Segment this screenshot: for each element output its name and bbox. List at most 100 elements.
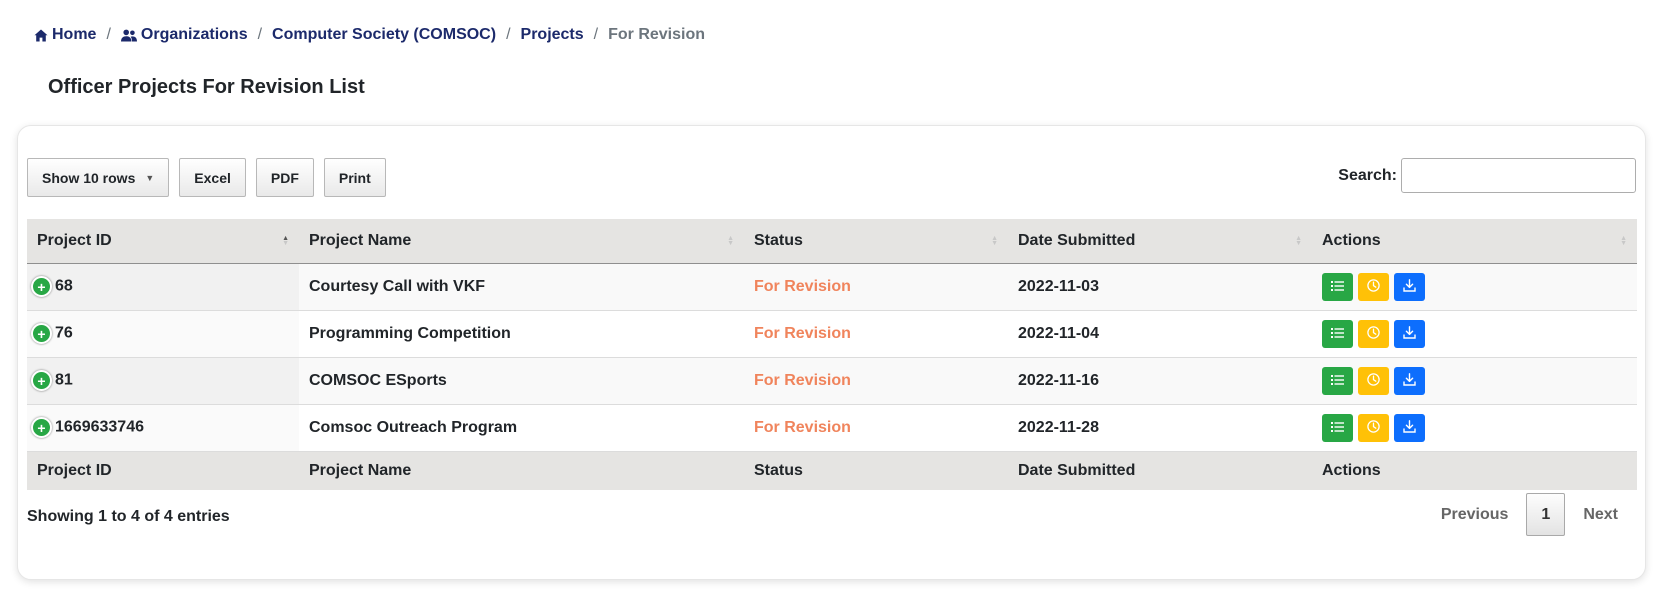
breadcrumb-home-label: Home xyxy=(52,26,97,43)
project-id-cell: +1669633746 xyxy=(27,404,299,451)
table-toolbar: Show 10 rows ▼ Excel PDF Print xyxy=(27,158,386,197)
download-icon xyxy=(1403,278,1416,295)
details-button[interactable] xyxy=(1322,366,1353,395)
expand-row-icon[interactable]: + xyxy=(31,323,52,344)
sort-icon: ▲ ▼ xyxy=(1295,234,1302,247)
history-button[interactable] xyxy=(1358,319,1389,348)
download-button[interactable] xyxy=(1394,319,1425,348)
breadcrumb-organizations-label: Organizations xyxy=(140,26,248,43)
sort-icon: ▲ ▼ xyxy=(1620,234,1627,247)
expand-row-icon[interactable]: + xyxy=(31,276,52,297)
status-text: For Revision xyxy=(754,324,851,342)
projects-table: Project ID ▲ ▼ Project Name ▲ ▼ Status ▲ ▼ … xyxy=(27,219,1637,490)
expand-row-icon[interactable]: + xyxy=(31,370,52,391)
project-name: Courtesy Call with VKF xyxy=(309,277,486,295)
breadcrumb-home[interactable]: Home xyxy=(34,26,96,44)
clock-icon xyxy=(1367,278,1380,295)
history-button[interactable] xyxy=(1358,413,1389,442)
column-header-label: Project ID xyxy=(37,231,112,249)
actions-cell xyxy=(1312,263,1637,310)
table-info: Showing 1 to 4 of 4 entries xyxy=(27,508,230,525)
print-button[interactable]: Print xyxy=(323,158,386,197)
list-icon xyxy=(1331,279,1344,294)
column-header-label: Date Submitted xyxy=(1018,231,1136,249)
show-rows-label: Show 10 rows xyxy=(42,169,136,186)
projects-card: Show 10 rows ▼ Excel PDF Print Search: P… xyxy=(17,125,1646,580)
pdf-button[interactable]: PDF xyxy=(255,158,314,197)
column-header-label: Status xyxy=(754,231,803,249)
project-id: 76 xyxy=(55,324,73,342)
history-button[interactable] xyxy=(1358,272,1389,301)
list-icon xyxy=(1331,373,1344,388)
footer-date-submitted: Date Submitted xyxy=(1018,461,1136,479)
project-id: 68 xyxy=(55,277,73,295)
table-row: +81 COMSOC ESports For Revision 2022-11-… xyxy=(27,357,1637,404)
column-header-project-id[interactable]: Project ID ▲ ▼ xyxy=(27,219,299,263)
next-page-button[interactable]: Next xyxy=(1567,494,1634,535)
sort-icon: ▲ ▼ xyxy=(282,234,289,247)
search-box: Search: xyxy=(1338,158,1636,193)
download-icon xyxy=(1403,325,1416,342)
date-submitted: 2022-11-16 xyxy=(1018,371,1099,389)
details-button[interactable] xyxy=(1322,272,1353,301)
column-header-label: Project Name xyxy=(309,231,412,249)
column-header-project-name[interactable]: Project Name ▲ ▼ xyxy=(299,219,744,263)
page-1-button[interactable]: 1 xyxy=(1526,493,1566,536)
actions-cell xyxy=(1312,404,1637,451)
download-icon xyxy=(1403,372,1416,389)
actions-cell xyxy=(1312,310,1637,357)
project-name: Programming Competition xyxy=(309,324,511,342)
column-header-status[interactable]: Status ▲ ▼ xyxy=(744,219,1008,263)
project-id: 1669633746 xyxy=(55,418,144,436)
column-header-date-submitted[interactable]: Date Submitted ▲ ▼ xyxy=(1008,219,1312,263)
breadcrumb-current: For Revision xyxy=(608,26,706,43)
excel-button[interactable]: Excel xyxy=(179,158,246,197)
table-header-row: Project ID ▲ ▼ Project Name ▲ ▼ Status ▲ ▼ … xyxy=(27,219,1637,263)
footer-project-name: Project Name xyxy=(309,461,412,479)
sort-icon: ▲ ▼ xyxy=(991,234,998,247)
download-button[interactable] xyxy=(1394,366,1425,395)
project-name: COMSOC ESports xyxy=(309,371,447,389)
users-icon xyxy=(120,29,137,42)
history-button[interactable] xyxy=(1358,366,1389,395)
project-id-cell: +76 xyxy=(27,310,299,357)
table-footer-row: Project ID Project Name Status Date Subm… xyxy=(27,451,1637,490)
date-submitted: 2022-11-28 xyxy=(1018,418,1099,436)
status-text: For Revision xyxy=(754,418,851,436)
download-button[interactable] xyxy=(1394,272,1425,301)
download-button[interactable] xyxy=(1394,413,1425,442)
project-id-cell: +68 xyxy=(27,263,299,310)
list-icon xyxy=(1331,420,1344,435)
breadcrumb-organizations[interactable]: Organizations xyxy=(120,26,248,44)
show-rows-dropdown[interactable]: Show 10 rows ▼ xyxy=(27,158,170,197)
details-button[interactable] xyxy=(1322,413,1353,442)
clock-icon xyxy=(1367,325,1380,342)
table-row: +1669633746 Comsoc Outreach Program For … xyxy=(27,404,1637,451)
sort-icon: ▲ ▼ xyxy=(727,234,734,247)
column-header-label: Actions xyxy=(1322,231,1381,249)
expand-row-icon[interactable]: + xyxy=(31,417,52,438)
column-header-actions[interactable]: Actions ▲ ▼ xyxy=(1312,219,1637,263)
date-submitted: 2022-11-04 xyxy=(1018,324,1099,342)
previous-page-button[interactable]: Previous xyxy=(1425,494,1525,535)
page-title: Officer Projects For Revision List xyxy=(48,76,365,98)
home-icon xyxy=(34,29,48,42)
breadcrumb-org[interactable]: Computer Society (COMSOC) xyxy=(272,26,496,44)
project-id: 81 xyxy=(55,371,73,389)
footer-project-id: Project ID xyxy=(37,461,112,479)
breadcrumb: Home / Organizations / Computer Society … xyxy=(34,26,705,44)
pagination: Previous 1 Next xyxy=(1425,493,1634,536)
status-text: For Revision xyxy=(754,277,851,295)
download-icon xyxy=(1403,419,1416,436)
footer-status: Status xyxy=(754,461,803,479)
breadcrumb-separator: / xyxy=(106,26,111,43)
clock-icon xyxy=(1367,419,1380,436)
project-name: Comsoc Outreach Program xyxy=(309,418,518,436)
actions-cell xyxy=(1312,357,1637,404)
breadcrumb-separator: / xyxy=(593,26,599,43)
table-row: +76 Programming Competition For Revision… xyxy=(27,310,1637,357)
details-button[interactable] xyxy=(1322,319,1353,348)
search-input[interactable] xyxy=(1401,158,1636,193)
breadcrumb-separator: / xyxy=(506,26,511,43)
breadcrumb-projects[interactable]: Projects xyxy=(521,26,584,44)
